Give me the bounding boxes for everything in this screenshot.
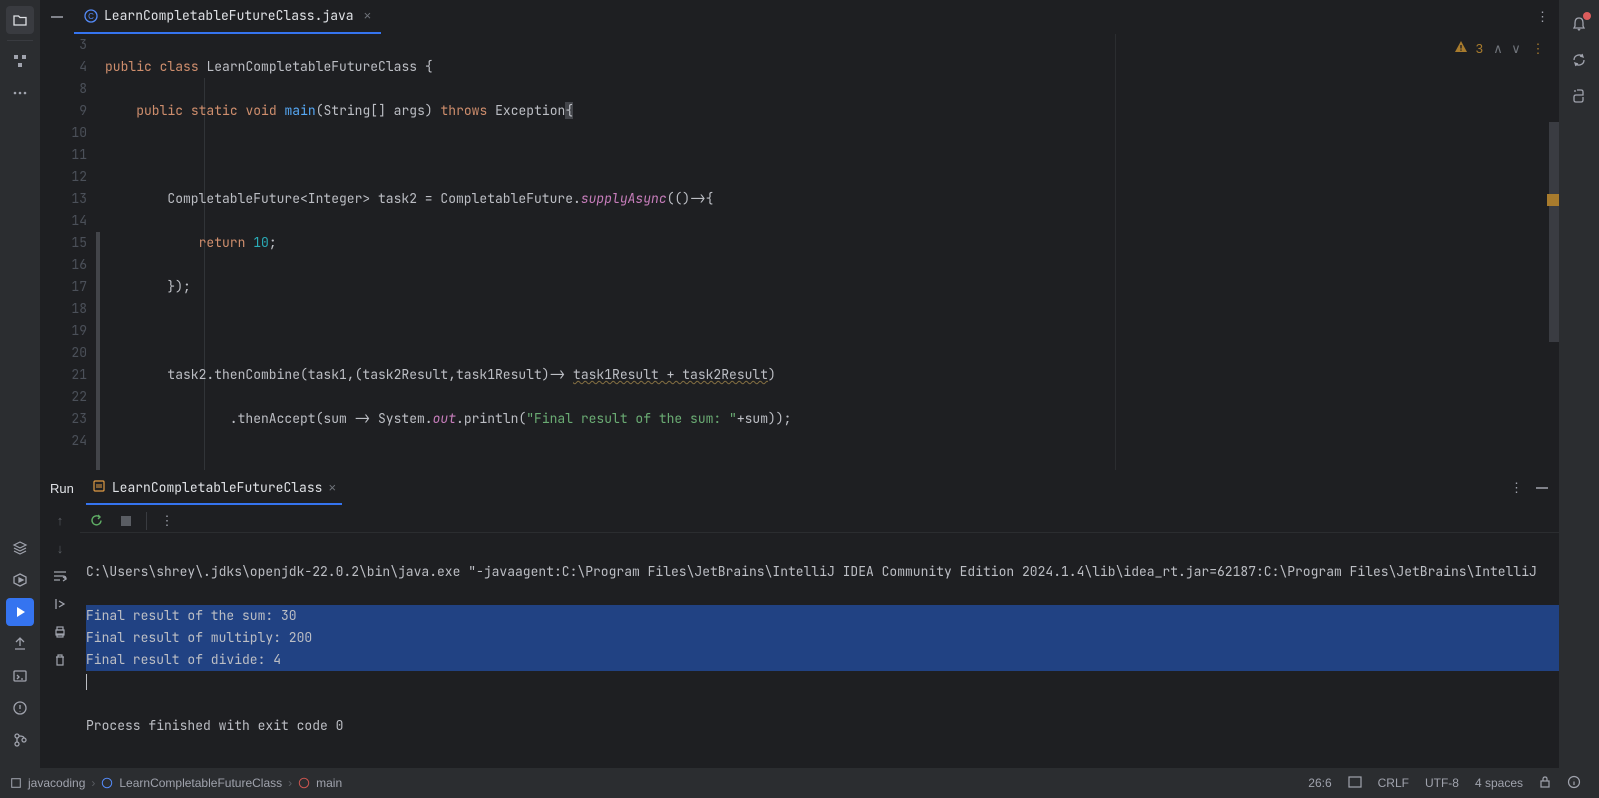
close-run-tab-icon[interactable]: ×	[328, 480, 336, 495]
run-tool-icon[interactable]	[6, 598, 34, 626]
java-class-icon: C	[84, 9, 98, 23]
breadcrumbs[interactable]: javacoding › LearnCompletableFutureClass…	[10, 776, 342, 790]
readonly-lock-icon[interactable]	[1531, 775, 1559, 792]
code-editor[interactable]: 3 ∧ ∨ ⋮ 34891011121314151617181920212223…	[40, 34, 1559, 470]
svg-text:C: C	[88, 12, 94, 21]
vcs-tool-icon[interactable]	[6, 726, 34, 754]
indent-setting[interactable]: 4 spaces	[1467, 776, 1531, 790]
line-separator[interactable]: CRLF	[1370, 776, 1417, 790]
console-output[interactable]: ⋮ C:\Users\shrey\.jdks\openjdk-22.0.2\bi…	[80, 505, 1559, 781]
line-sep-icon[interactable]	[1340, 776, 1370, 791]
code-content[interactable]: public class LearnCompletableFutureClass…	[105, 34, 1559, 470]
up-icon[interactable]: ↑	[51, 511, 69, 529]
status-info-icon[interactable]	[1559, 775, 1589, 792]
down-icon[interactable]: ↓	[51, 539, 69, 557]
run-panel: Run LearnCompletableFutureClass × ⋮ ↑ ↓	[40, 470, 1559, 768]
python-icon[interactable]	[1565, 82, 1593, 110]
services-tool-icon[interactable]	[6, 566, 34, 594]
sync-icon[interactable]	[1565, 46, 1593, 74]
run-title: Run	[50, 481, 74, 496]
status-bar: javacoding › LearnCompletableFutureClass…	[0, 768, 1599, 798]
scroll-to-end-icon[interactable]	[51, 595, 69, 613]
close-tab-icon[interactable]: ×	[364, 8, 372, 23]
minimize-run-icon[interactable]	[1535, 481, 1549, 496]
module-icon	[10, 777, 22, 789]
more-tool-icon[interactable]	[6, 79, 34, 107]
main-area: C LearnCompletableFutureClass.java × ⋮ 3…	[40, 0, 1559, 768]
build-tool-icon[interactable]	[6, 630, 34, 658]
soft-wrap-icon[interactable]	[51, 567, 69, 585]
run-side-tools: ↑ ↓	[40, 505, 80, 781]
method-crumb-icon	[298, 777, 310, 789]
run-header: Run LearnCompletableFutureClass × ⋮	[40, 471, 1559, 505]
stop-icon[interactable]	[116, 511, 136, 531]
run-config-icon	[92, 479, 106, 496]
problems-tool-icon[interactable]	[6, 694, 34, 722]
print-icon[interactable]	[51, 623, 69, 641]
output-text[interactable]: C:\Users\shrey\.jdks\openjdk-22.0.2\bin\…	[80, 539, 1559, 781]
layers-tool-icon[interactable]	[6, 534, 34, 562]
tab-active[interactable]: C LearnCompletableFutureClass.java ×	[74, 0, 381, 34]
tab-options-icon[interactable]: ⋮	[1526, 9, 1559, 25]
file-encoding[interactable]: UTF-8	[1417, 776, 1467, 790]
notifications-icon[interactable]	[1565, 10, 1593, 38]
console-toolbar: ⋮	[80, 509, 1559, 533]
hide-tool-window-icon[interactable]	[48, 8, 66, 26]
caret-position[interactable]: 26:6	[1300, 776, 1339, 790]
clear-icon[interactable]	[51, 651, 69, 669]
run-config-name: LearnCompletableFutureClass	[112, 479, 323, 496]
terminal-tool-icon[interactable]	[6, 662, 34, 690]
structure-tool-icon[interactable]	[6, 47, 34, 75]
left-toolbar	[0, 0, 40, 768]
right-toolbar	[1559, 0, 1599, 768]
editor-tabs: C LearnCompletableFutureClass.java × ⋮	[40, 0, 1559, 34]
project-tool-icon[interactable]	[6, 6, 34, 34]
run-config-tab[interactable]: LearnCompletableFutureClass ×	[86, 471, 342, 505]
run-options-icon[interactable]: ⋮	[1510, 480, 1523, 496]
tab-filename: LearnCompletableFutureClass.java	[104, 7, 354, 24]
class-crumb-icon	[101, 777, 113, 789]
console-more-icon[interactable]: ⋮	[157, 511, 177, 531]
line-gutter: 3489101112131415161718192021222324	[40, 34, 105, 452]
rerun-icon[interactable]	[86, 511, 106, 531]
